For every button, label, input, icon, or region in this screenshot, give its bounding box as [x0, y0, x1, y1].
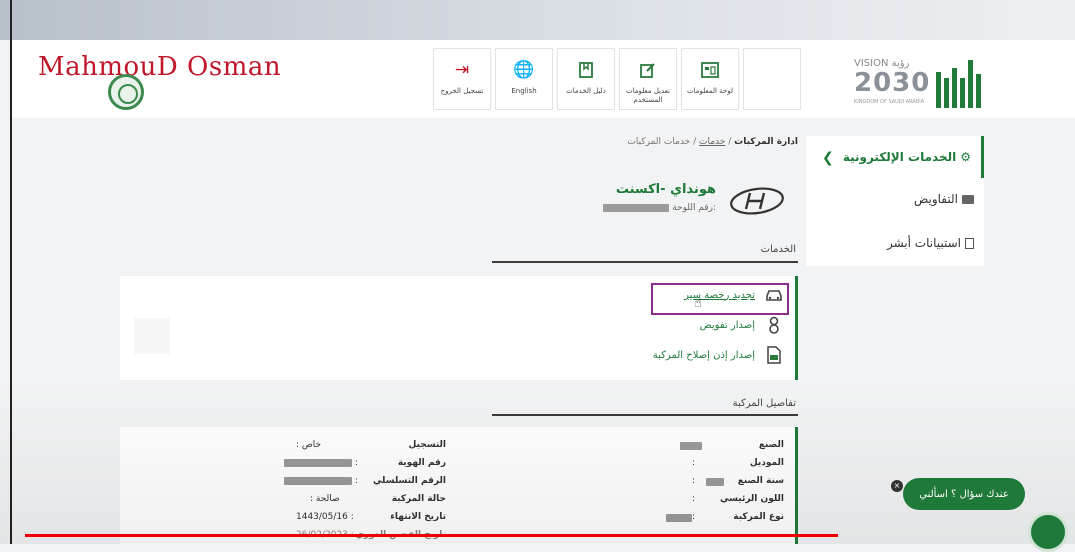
sidebar-item-eservices[interactable]: ❮ الخدمات الإلكترونية ⚙	[806, 136, 984, 178]
detail-value: صالحة	[315, 494, 340, 504]
chat-assistant-button[interactable]: عندك سؤال ؟ اسألني	[903, 478, 1025, 510]
service-repair-permit[interactable]: إصدار إذن إصلاح المركبة	[653, 346, 783, 364]
detail-color: اللون الرئيسي:	[692, 494, 784, 504]
detail-registration: التسجيل: خاص	[296, 440, 446, 450]
annotation-highlight-box	[651, 283, 789, 315]
edit-profile-label: تعديل معلومات المستخدم	[625, 87, 670, 104]
detail-vehicle-type: نوع المركبة:	[692, 512, 784, 522]
detail-label: رقم الهوية	[397, 458, 446, 468]
logout-label: تسجيل الخروج	[440, 87, 484, 95]
breadcrumb: ادارة المركبات / خدمات / خدمات المركبات	[620, 137, 798, 147]
detail-label: الموديل	[749, 458, 784, 468]
video-progress-bar[interactable]	[25, 534, 838, 537]
user-icon	[765, 316, 783, 334]
hand-cursor-icon: ☝	[694, 296, 702, 311]
detail-value: 1443/05/16	[296, 512, 348, 522]
detail-expiry-date: تاريخ الانتهاء 1443/05/16 :	[296, 512, 446, 522]
breadcrumb-separator: /	[728, 137, 732, 147]
emblem-icon	[108, 74, 144, 110]
breadcrumb-link-services[interactable]: خدمات	[699, 137, 725, 147]
edit-icon	[639, 57, 657, 83]
plate-row: رقم اللوحة:	[560, 203, 716, 213]
blank-tile	[743, 48, 801, 110]
document-icon	[765, 346, 783, 364]
book-icon	[577, 57, 595, 83]
detail-redacted	[706, 478, 724, 486]
detail-label: نوع المركبة	[733, 512, 784, 522]
breadcrumb-current: ادارة المركبات	[734, 137, 798, 147]
dashboard-button[interactable]: لوحة المعلومات	[681, 48, 739, 110]
channel-watermark: MahmouD Osman	[38, 52, 282, 82]
briefcase-icon	[962, 194, 974, 204]
vision-2030-logo: VISION رؤية 2030 KINGDOM OF SAUDI ARABIA	[852, 50, 982, 112]
vehicle-name: هونداي -اكسنت	[615, 182, 716, 197]
assistant-fab-icon[interactable]	[1028, 512, 1068, 552]
detail-make: الصنع:	[692, 440, 784, 450]
chevron-left-icon[interactable]: ❮	[822, 150, 834, 166]
vision-year: 2030	[854, 68, 931, 98]
breadcrumb-link-vehicle-services[interactable]: خدمات المركبات	[627, 137, 690, 147]
detail-model: الموديل:	[692, 458, 784, 468]
services-guide-label: دليل الخدمات	[566, 87, 606, 95]
sidebar-item-eservices-row: الخدمات الإلكترونية ⚙	[843, 150, 971, 164]
breadcrumb-separator: /	[693, 137, 697, 147]
chat-close-button[interactable]: ×	[891, 480, 903, 492]
service-label: إصدار إذن إصلاح المركبة	[652, 349, 755, 361]
detail-value: خاص	[301, 440, 322, 450]
header-tiles: ⇥ تسجيل الخروج 🌐 English دليل الخدمات تع…	[433, 48, 801, 110]
language-label: English	[511, 87, 537, 95]
sidebar-item-surveys[interactable]: استبيانات أبشر	[887, 236, 974, 250]
detail-vehicle-status: حالة المركبة: صالحة	[310, 494, 446, 504]
gear-icon: ⚙	[960, 150, 971, 164]
clipboard-icon	[965, 237, 974, 249]
detail-label: حالة المركبة	[391, 494, 446, 504]
absher-logo-icon	[932, 54, 982, 108]
services-guide-button[interactable]: دليل الخدمات	[557, 48, 615, 110]
detail-serial-number: الرقم التسلسلي :	[284, 476, 446, 486]
service-label: إصدار تفويض	[699, 319, 755, 331]
sidebar: ❮ الخدمات الإلكترونية ⚙ التفاويض استبيان…	[806, 136, 984, 266]
detail-label: التسجيل	[408, 440, 447, 450]
sidebar-item-label: استبيانات أبشر	[886, 236, 961, 250]
detail-redacted	[680, 442, 702, 450]
detail-label: الرقم التسلسلي	[372, 476, 446, 486]
logout-button[interactable]: ⇥ تسجيل الخروج	[433, 48, 491, 110]
plate-label: رقم اللوحة:	[672, 203, 716, 213]
vision-sub: KINGDOM OF SAUDI ARABIA	[854, 99, 925, 105]
sidebar-item-delegations[interactable]: التفاويض	[914, 192, 974, 206]
services-title: الخدمات	[760, 244, 796, 255]
sidebar-item-label: الخدمات الإلكترونية	[842, 150, 957, 164]
detail-redacted	[666, 514, 692, 522]
edit-profile-button[interactable]: تعديل معلومات المستخدم	[619, 48, 677, 110]
video-top-strip	[0, 0, 1075, 40]
detail-label: تاريخ الانتهاء	[390, 512, 446, 522]
plate-redacted	[603, 203, 670, 212]
dashboard-label: لوحة المعلومات	[687, 87, 733, 95]
placeholder-box	[134, 318, 170, 354]
detail-label: الصنع	[758, 440, 784, 450]
globe-icon: 🌐	[513, 60, 535, 80]
dashboard-icon	[700, 57, 720, 83]
detail-id-number: رقم الهوية :	[284, 458, 446, 468]
chat-label: عندك سؤال ؟ اسألني	[919, 488, 1009, 500]
detail-label: سنة الصنع	[737, 476, 784, 486]
services-title-rule	[492, 261, 798, 263]
logout-icon: ⇥	[454, 60, 470, 80]
service-issue-delegation[interactable]: إصدار تفويض	[700, 316, 783, 334]
language-button[interactable]: 🌐 English	[495, 48, 553, 110]
hyundai-logo-icon	[730, 187, 784, 215]
sidebar-item-label: التفاويض	[913, 192, 958, 206]
details-title: تفاصيل المركبة	[732, 398, 796, 409]
details-title-rule	[492, 414, 798, 416]
detail-label: اللون الرئيسي	[720, 494, 784, 504]
